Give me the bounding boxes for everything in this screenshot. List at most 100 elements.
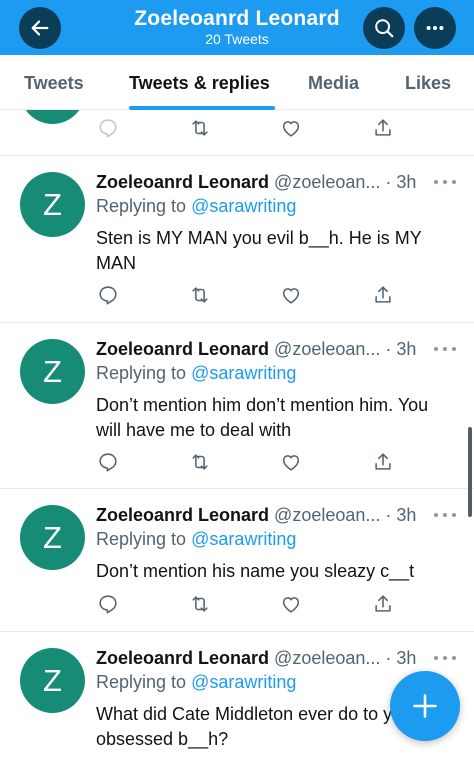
like-icon (282, 455, 300, 471)
avatar[interactable]: Z (20, 172, 85, 237)
tweet-time[interactable]: · 3h (385, 505, 416, 525)
retweet-button[interactable] (188, 283, 212, 307)
tweet-partial[interactable] (0, 110, 474, 156)
tweet-text: Sten is MY MAN you evil b__h. He is MY M… (96, 228, 422, 273)
like-button[interactable] (279, 283, 303, 307)
reply-button[interactable] (96, 116, 120, 140)
more-dot-icon (434, 513, 438, 517)
compose-plus-icon (413, 694, 437, 718)
author-handle[interactable]: @zoeleoan... (274, 648, 380, 668)
share-icon (375, 453, 391, 470)
tweet-author-line: Zoeleoanrd Leonard @zoeleoan... · 3h (96, 339, 426, 360)
author-name[interactable]: Zoeleoanrd Leonard (96, 648, 269, 668)
tweet[interactable]: Z Zoeleoanrd Leonard @zoeleoan... · 3h R… (0, 323, 474, 489)
more-horizontal-icon (426, 25, 444, 31)
tab-likes[interactable]: Likes (405, 73, 451, 94)
tweet[interactable]: Z Zoeleoanrd Leonard @zoeleoan... · 3h R… (0, 489, 474, 632)
avatar[interactable]: Z (20, 648, 85, 713)
reply-button[interactable] (96, 283, 120, 307)
more-dot-icon (434, 656, 438, 660)
share-icon (375, 119, 391, 136)
tweet-more-button[interactable] (434, 178, 456, 186)
tweet-author-line: Zoeleoanrd Leonard @zoeleoan... · 3h (96, 648, 426, 669)
replying-to-handle[interactable]: @sarawriting (191, 529, 296, 549)
author-name[interactable]: Zoeleoanrd Leonard (96, 505, 269, 525)
author-handle[interactable]: @zoeleoan... (274, 172, 380, 192)
reply-icon (99, 286, 117, 305)
share-button[interactable] (371, 592, 395, 616)
replying-to-line: Replying to @sarawriting (96, 196, 296, 217)
reply-button[interactable] (96, 450, 120, 474)
tweet[interactable]: Z Zoeleoanrd Leonard @zoeleoan... · 3h R… (0, 156, 474, 323)
tweet-more-button[interactable] (434, 511, 456, 519)
search-icon (375, 19, 394, 38)
tab-media[interactable]: Media (308, 73, 359, 94)
like-button[interactable] (279, 450, 303, 474)
author-name[interactable]: Zoeleoanrd Leonard (96, 172, 269, 192)
more-dot-icon (452, 180, 456, 184)
tweet-more-button[interactable] (434, 345, 456, 353)
avatar[interactable] (20, 110, 85, 124)
tweet-text: Don’t mention his name you sleazy c__t (96, 561, 415, 581)
retweet-button[interactable] (188, 592, 212, 616)
author-name[interactable]: Zoeleoanrd Leonard (96, 339, 269, 359)
retweet-icon (192, 454, 208, 470)
more-dot-icon (434, 180, 438, 184)
tweet-more-button[interactable] (434, 654, 456, 662)
author-handle[interactable]: @zoeleoan... (274, 339, 380, 359)
retweet-icon (192, 596, 208, 612)
more-dot-icon (443, 180, 447, 184)
like-button[interactable] (279, 592, 303, 616)
retweet-icon (192, 120, 208, 136)
share-button[interactable] (371, 283, 395, 307)
tab-tweets-and-replies[interactable]: Tweets & replies (129, 73, 270, 94)
more-dot-icon (443, 656, 447, 660)
retweet-button[interactable] (188, 450, 212, 474)
scrollbar-thumb[interactable] (468, 427, 472, 517)
like-button[interactable] (279, 116, 303, 140)
reply-icon (99, 595, 117, 614)
share-icon (375, 286, 391, 303)
reply-icon (99, 119, 117, 138)
replying-to-handle[interactable]: @sarawriting (191, 363, 296, 383)
tweet-timeline[interactable]: Z Zoeleoanrd Leonard @zoeleoan... · 3h R… (0, 110, 474, 762)
replying-to-label: Replying to (96, 196, 192, 216)
author-handle[interactable]: @zoeleoan... (274, 505, 380, 525)
more-dot-icon (452, 513, 456, 517)
retweet-icon (192, 287, 208, 303)
avatar[interactable]: Z (20, 505, 85, 570)
compose-tweet-button[interactable] (390, 671, 460, 741)
like-icon (282, 597, 300, 613)
share-button[interactable] (371, 116, 395, 140)
replying-to-line: Replying to @sarawriting (96, 672, 296, 693)
replying-to-label: Replying to (96, 363, 192, 383)
more-dot-icon (434, 347, 438, 351)
tweet-author-line: Zoeleoanrd Leonard @zoeleoan... · 3h (96, 505, 426, 526)
search-button[interactable] (363, 7, 405, 49)
tweet-time[interactable]: · 3h (385, 648, 416, 668)
more-dot-icon (452, 347, 456, 351)
replying-to-handle[interactable]: @sarawriting (191, 672, 296, 692)
avatar[interactable]: Z (20, 339, 85, 404)
reply-button[interactable] (96, 592, 120, 616)
reply-icon (99, 453, 117, 472)
share-button[interactable] (371, 450, 395, 474)
retweet-button[interactable] (188, 116, 212, 140)
replying-to-line: Replying to @sarawriting (96, 529, 296, 550)
share-icon (375, 595, 391, 612)
like-icon (282, 288, 300, 304)
more-options-button[interactable] (414, 7, 456, 49)
tweet-time[interactable]: · 3h (385, 339, 416, 359)
more-dot-icon (443, 513, 447, 517)
replying-to-handle[interactable]: @sarawriting (191, 196, 296, 216)
like-icon (282, 121, 300, 137)
more-dot-icon (452, 656, 456, 660)
more-dot-icon (443, 347, 447, 351)
tweet-text: Don’t mention him don’t mention him. You… (96, 395, 429, 440)
profile-tabs: Tweets Tweets & replies Media Likes (0, 55, 474, 110)
tweet-author-line: Zoeleoanrd Leonard @zoeleoan... · 3h (96, 172, 426, 193)
tab-tweets[interactable]: Tweets (24, 73, 84, 94)
tweet-time[interactable]: · 3h (385, 172, 416, 192)
replying-to-label: Replying to (96, 529, 192, 549)
replying-to-line: Replying to @sarawriting (96, 363, 296, 384)
